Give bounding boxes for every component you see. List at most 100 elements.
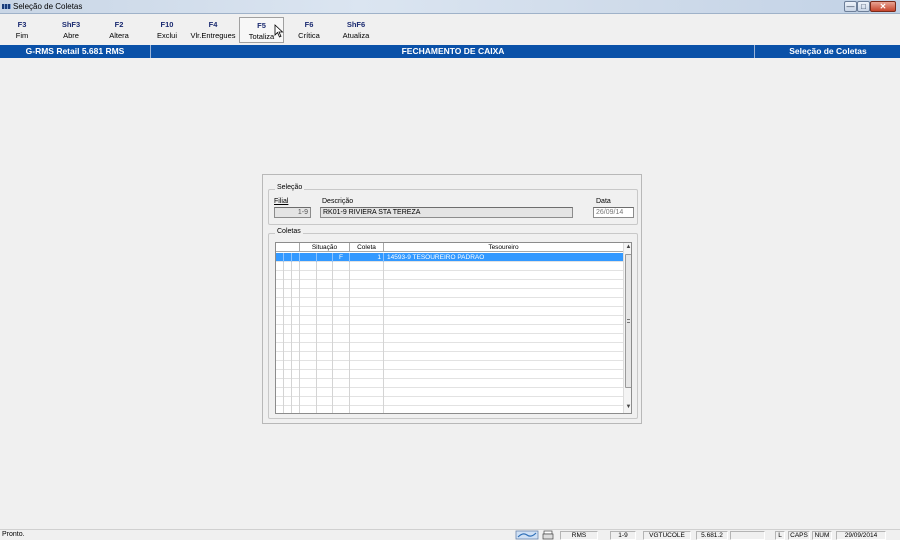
grid-cell	[276, 307, 284, 316]
grid-cell	[300, 406, 317, 413]
grid-cell	[276, 397, 284, 406]
grid-cell	[276, 334, 284, 343]
data-field[interactable]: 26/09/14	[593, 207, 634, 218]
minimize-icon: —	[846, 1, 855, 11]
grid-cell	[317, 253, 333, 262]
table-row[interactable]	[276, 406, 623, 413]
scroll-down-icon[interactable]: ▼	[624, 403, 631, 412]
status-program: VGTUCOLE	[643, 531, 691, 540]
situacao-cell	[333, 361, 350, 370]
situacao-cell	[333, 379, 350, 388]
tesoureiro-cell	[384, 388, 623, 397]
table-row[interactable]	[276, 298, 623, 307]
exclui-label: Exclui	[156, 31, 177, 40]
grid-cell	[284, 361, 292, 370]
header-bar: G-RMS Retail 5.681 RMS FECHAMENTO DE CAI…	[0, 45, 900, 58]
table-row[interactable]	[276, 343, 623, 352]
tesoureiro-cell	[384, 316, 623, 325]
filial-field[interactable]: 1-9	[274, 207, 311, 218]
grid-cell	[292, 334, 300, 343]
grid-cell	[300, 271, 317, 280]
table-row[interactable]	[276, 370, 623, 379]
status-l: L	[775, 531, 785, 540]
grid-cell	[276, 298, 284, 307]
grid-cell	[284, 262, 292, 271]
status-bar: Pronto. RMS 1-9 VGTUCOLE 5.681.2 L CAPS …	[0, 529, 900, 540]
grid-cell	[300, 388, 317, 397]
vlr-entregues-button[interactable]: F4 Vlr.Entregues	[188, 17, 238, 43]
grid-cell	[276, 379, 284, 388]
grid-cell	[292, 361, 300, 370]
atualiza-key: ShF6	[346, 20, 366, 29]
table-row[interactable]	[276, 334, 623, 343]
mouse-cursor-icon	[274, 24, 284, 38]
grid-cell	[292, 289, 300, 298]
grid-cell	[292, 379, 300, 388]
table-row[interactable]	[276, 388, 623, 397]
grid-cell	[317, 262, 333, 271]
scroll-up-icon[interactable]: ▲	[624, 243, 631, 252]
table-row[interactable]	[276, 397, 623, 406]
situacao-cell	[333, 334, 350, 343]
close-button[interactable]: ✕	[870, 1, 896, 12]
table-row[interactable]	[276, 361, 623, 370]
coletas-grid[interactable]: Situação Coleta Tesoureiro F 1 14593-9 TES…	[275, 242, 632, 414]
atualiza-label: Atualiza	[342, 31, 370, 40]
grid-cell	[292, 253, 300, 262]
coleta-cell	[350, 388, 384, 397]
table-row[interactable]	[276, 307, 623, 316]
tesoureiro-cell	[384, 298, 623, 307]
critica-button[interactable]: F6 Crítica	[294, 17, 324, 43]
table-row[interactable]	[276, 379, 623, 388]
grid-cell	[284, 253, 292, 262]
table-row[interactable]	[276, 316, 623, 325]
grid-cell	[284, 298, 292, 307]
exclui-button[interactable]: F10 Exclui	[152, 17, 182, 43]
module-title: FECHAMENTO DE CAIXA	[401, 46, 505, 56]
fim-button[interactable]: F3 Fim	[8, 17, 36, 43]
exclui-key: F10	[160, 20, 174, 29]
coleta-cell	[350, 307, 384, 316]
grid-cell	[284, 397, 292, 406]
table-row[interactable]	[276, 325, 623, 334]
situacao-cell	[333, 325, 350, 334]
coleta-cell: 1	[350, 253, 384, 262]
grid-cell	[300, 253, 317, 262]
status-filial: 1-9	[610, 531, 636, 540]
minimize-button[interactable]: —	[844, 1, 857, 12]
column-tesoureiro[interactable]: Tesoureiro	[384, 243, 623, 252]
table-row[interactable]: F 1 14593-9 TESOUREIRO PADRAO	[276, 253, 623, 262]
table-row[interactable]	[276, 289, 623, 298]
table-row[interactable]	[276, 280, 623, 289]
scroll-thumb[interactable]	[625, 254, 631, 388]
column-situacao[interactable]: Situação	[300, 243, 350, 252]
maximize-icon: □	[861, 1, 866, 11]
descricao-field[interactable]: RK01-9 RIVIERA STA TEREZA	[320, 207, 573, 218]
atualiza-button[interactable]: ShF6 Atualiza	[338, 17, 374, 43]
grid-cell	[317, 352, 333, 361]
grid-cell	[317, 280, 333, 289]
altera-button[interactable]: F2 Altera	[104, 17, 134, 43]
situacao-cell	[333, 262, 350, 271]
grid-cell	[284, 352, 292, 361]
grid-header: Situação Coleta Tesoureiro	[276, 243, 623, 252]
table-row[interactable]	[276, 262, 623, 271]
abre-button[interactable]: ShF3 Abre	[56, 17, 86, 43]
header-divider	[150, 45, 151, 58]
grid-cell	[284, 271, 292, 280]
maximize-button[interactable]: □	[857, 1, 870, 12]
coleta-cell	[350, 370, 384, 379]
table-row[interactable]	[276, 271, 623, 280]
grid-cell	[317, 316, 333, 325]
grid-cell	[292, 271, 300, 280]
coleta-cell	[350, 271, 384, 280]
grid-scrollbar[interactable]: ▲ ▼	[623, 243, 631, 413]
grid-cell	[276, 271, 284, 280]
grid-cell	[317, 397, 333, 406]
table-row[interactable]	[276, 352, 623, 361]
grid-cell	[317, 370, 333, 379]
grid-cell	[284, 388, 292, 397]
column-coleta[interactable]: Coleta	[350, 243, 384, 252]
data-label: Data	[596, 198, 611, 205]
coleta-cell	[350, 316, 384, 325]
